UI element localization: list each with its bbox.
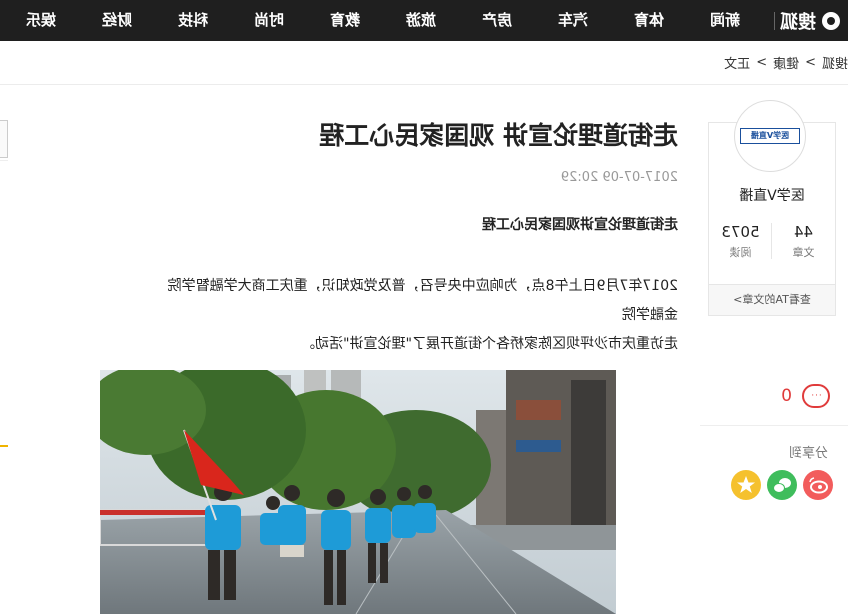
header-divider — [0, 84, 848, 85]
nav-item-sports[interactable]: 体育 — [611, 0, 687, 41]
logo-text: 搜狐 — [780, 12, 816, 33]
right-panel-accent — [0, 445, 8, 447]
breadcrumb-current: 正文 — [724, 56, 751, 72]
article-photo — [100, 370, 616, 614]
reads-stat: 5073 阅读 — [709, 223, 772, 260]
breadcrumb-home[interactable]: 搜狐 — [822, 53, 848, 72]
share-buttons — [725, 470, 833, 500]
article-title: 走街道理论宣讲 观国家民心工程 — [319, 121, 678, 150]
nav-item-finance[interactable]: 财经 — [79, 0, 155, 41]
nav-item-news[interactable]: 新闻 — [687, 0, 763, 41]
articles-stat: 44 文章 — [772, 223, 835, 260]
nav-item-tech[interactable]: 科技 — [155, 0, 231, 41]
article-body: 2017年7月9日上午8点，为响应中央号召，普及党政知识，重庆工商大学融智学院金… — [166, 272, 678, 359]
author-card: 医学V直播 医学V直播 44 文章 5073 阅读 查看TA的文章> — [708, 100, 836, 316]
reads-count: 5073 — [721, 223, 760, 241]
share-label: 分享到 — [788, 446, 828, 461]
view-author-articles-link[interactable]: 查看TA的文章> — [709, 284, 835, 315]
sidebar-divider — [700, 425, 848, 426]
author-avatar[interactable]: 医学V直播 — [734, 100, 806, 172]
nav-divider — [774, 12, 775, 30]
articles-count: 44 — [793, 223, 814, 241]
author-name[interactable]: 医学V直播 — [709, 185, 835, 205]
author-avatar-badge: 医学V直播 — [740, 128, 800, 144]
comment-icon: ··· — [802, 384, 830, 408]
channel-nav: 新闻 体育 汽车 房产 旅游 教育 时尚 科技 财经 娱乐 — [3, 0, 763, 41]
breadcrumb: 搜狐 > 健康 > 正文 — [718, 52, 848, 72]
qzone-share-icon[interactable] — [731, 470, 761, 500]
nav-item-auto[interactable]: 汽车 — [535, 0, 611, 41]
breadcrumb-section[interactable]: 健康 — [773, 53, 799, 72]
top-navbar: 搜狐 新闻 体育 汽车 房产 旅游 教育 时尚 科技 财经 娱乐 — [0, 0, 848, 41]
breadcrumb-separator: > — [756, 54, 768, 70]
nav-item-fashion[interactable]: 时尚 — [231, 0, 307, 41]
sohu-fox-icon — [822, 12, 840, 30]
comment-widget[interactable]: ··· 0 — [781, 384, 830, 408]
sohu-logo[interactable]: 搜狐 — [780, 8, 840, 34]
nav-item-travel[interactable]: 旅游 — [383, 0, 459, 41]
nav-item-education[interactable]: 教育 — [307, 0, 383, 41]
nav-item-entertainment[interactable]: 娱乐 — [3, 0, 79, 41]
articles-label: 文章 — [792, 246, 815, 259]
article-paragraph-line: 2017年7月9日上午8点，为响应中央号召，普及党政知识，重庆工商大学融智学院金… — [167, 278, 678, 323]
article-paragraph-line: 走访重庆市沙坪坝区陈家桥各个街道开展了"理论宣讲"活动。 — [301, 336, 678, 352]
wechat-share-icon[interactable] — [767, 470, 797, 500]
breadcrumb-separator: > — [805, 54, 816, 70]
nav-item-realestate[interactable]: 房产 — [459, 0, 535, 41]
weibo-share-icon[interactable] — [803, 470, 833, 500]
right-panel-divider — [0, 160, 8, 161]
reads-label: 阅读 — [729, 246, 752, 259]
article-subtitle: 走街道理论宣讲观国家民心工程 — [482, 217, 678, 233]
comment-count: 0 — [781, 386, 792, 406]
article-date: 2017-07-09 20:29 — [560, 170, 678, 185]
search-box-edge[interactable] — [0, 120, 8, 158]
